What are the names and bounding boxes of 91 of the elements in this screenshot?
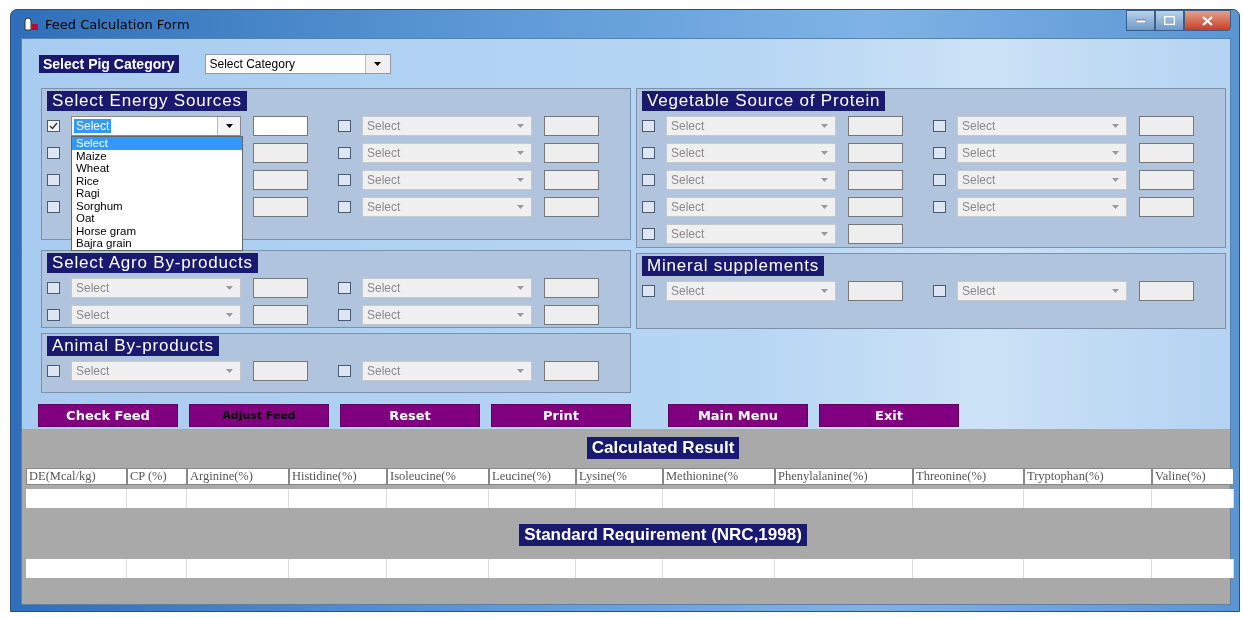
app-icon — [23, 17, 39, 31]
column-header: Histidine(%) — [289, 468, 387, 485]
table-cell — [127, 489, 187, 508]
checkbox[interactable] — [47, 120, 60, 132]
close-button[interactable] — [1184, 10, 1231, 31]
caret-icon — [225, 286, 233, 290]
action-button[interactable]: Check Feed — [38, 404, 178, 427]
input-field[interactable] — [848, 281, 903, 301]
action-button[interactable]: Reset — [340, 404, 480, 427]
caret-icon — [1111, 124, 1119, 128]
maximize-icon — [1164, 16, 1175, 25]
input-field[interactable] — [544, 305, 599, 325]
caret-icon — [516, 313, 524, 317]
column-header: DE(Mcal/kg) — [26, 468, 127, 485]
caret-icon — [820, 124, 828, 128]
column-header: Lysine(% — [576, 468, 663, 485]
column-header: Isoleucine(% — [387, 468, 489, 485]
caret-icon — [1111, 289, 1119, 293]
dropdown-option[interactable]: Bajra grain — [72, 237, 242, 250]
caret-icon — [820, 289, 828, 293]
column-header: Tryptophan(%) — [1024, 468, 1152, 485]
section-title: Animal By-products — [47, 336, 219, 356]
minimize-button[interactable] — [1126, 10, 1155, 31]
minimize-icon — [1135, 18, 1146, 23]
input-field[interactable] — [544, 278, 599, 298]
section-title: Vegetable Source of Protein — [642, 91, 886, 111]
maximize-button[interactable] — [1155, 10, 1184, 31]
category-dropdown[interactable]: Select Category — [204, 54, 391, 74]
input-field[interactable] — [1139, 143, 1194, 163]
input-field[interactable] — [544, 143, 599, 163]
input-field[interactable] — [1139, 197, 1194, 217]
dropdown-option[interactable]: Maize — [72, 149, 242, 162]
dropdown-option[interactable]: Rice — [72, 174, 242, 187]
caret-icon — [820, 151, 828, 155]
caret-icon — [1111, 151, 1119, 155]
caret-icon — [516, 151, 524, 155]
dropdown-option[interactable]: Select — [72, 137, 242, 150]
close-icon — [1202, 15, 1213, 26]
results-title: Calculated Result — [586, 437, 740, 459]
column-header: Leucine(%) — [489, 468, 576, 485]
input-field[interactable] — [544, 361, 599, 381]
dropdown-option[interactable]: Ragi — [72, 187, 242, 200]
column-header: Methionine(% — [663, 468, 775, 485]
input-field[interactable] — [848, 197, 903, 217]
section-title: Select Energy Sources — [47, 91, 247, 111]
standard-title: Standard Requirement (NRC,1998) — [519, 524, 807, 546]
window-title: Feed Calculation Form — [45, 16, 190, 32]
input-field[interactable] — [848, 170, 903, 190]
action-button[interactable]: Main Menu — [668, 404, 808, 427]
caret-icon — [516, 286, 524, 290]
column-header: Arginine(%) — [187, 468, 289, 485]
dropdown-option[interactable]: Sorghum — [72, 199, 242, 212]
caret-icon — [225, 369, 233, 373]
caret-icon — [820, 232, 828, 236]
column-header: Threonine(%) — [913, 468, 1024, 485]
input-field[interactable] — [1139, 116, 1194, 136]
caret-icon — [225, 124, 233, 128]
input-field[interactable] — [253, 116, 308, 136]
dropdown-option[interactable]: Horse gram — [72, 224, 242, 237]
input-field[interactable] — [848, 143, 903, 163]
input-field[interactable] — [253, 361, 308, 381]
input-field[interactable] — [848, 116, 903, 136]
caret-icon — [516, 369, 524, 373]
input-field[interactable] — [1139, 170, 1194, 190]
caret-icon — [374, 62, 381, 66]
dropdown-option[interactable]: Wheat — [72, 162, 242, 175]
section-title: Mineral supplements — [642, 256, 825, 276]
caret-icon — [820, 178, 828, 182]
caret-icon — [1111, 205, 1119, 209]
input-field[interactable] — [848, 224, 903, 244]
input-field[interactable] — [253, 305, 308, 325]
caret-icon — [1111, 178, 1119, 182]
table-cell — [127, 559, 187, 578]
column-header: CP (%) — [127, 468, 187, 485]
caret-icon — [225, 313, 233, 317]
column-header: Phenylalanine(%) — [775, 468, 913, 485]
caret-icon — [516, 205, 524, 209]
input-field[interactable] — [544, 170, 599, 190]
input-field[interactable] — [544, 116, 599, 136]
action-button[interactable]: Print — [491, 404, 631, 427]
input-field[interactable] — [1139, 281, 1194, 301]
input-field[interactable] — [253, 278, 308, 298]
section-title: Select Agro By-products — [47, 253, 258, 273]
caret-icon — [516, 124, 524, 128]
caret-icon — [516, 178, 524, 182]
column-header: Valine(%) — [1152, 468, 1234, 485]
dropdown-option[interactable]: Oat — [72, 212, 242, 225]
category-label: Select Pig Category — [39, 55, 179, 73]
caret-icon — [820, 205, 828, 209]
action-button[interactable]: Exit — [819, 404, 959, 427]
input-field[interactable] — [544, 197, 599, 217]
